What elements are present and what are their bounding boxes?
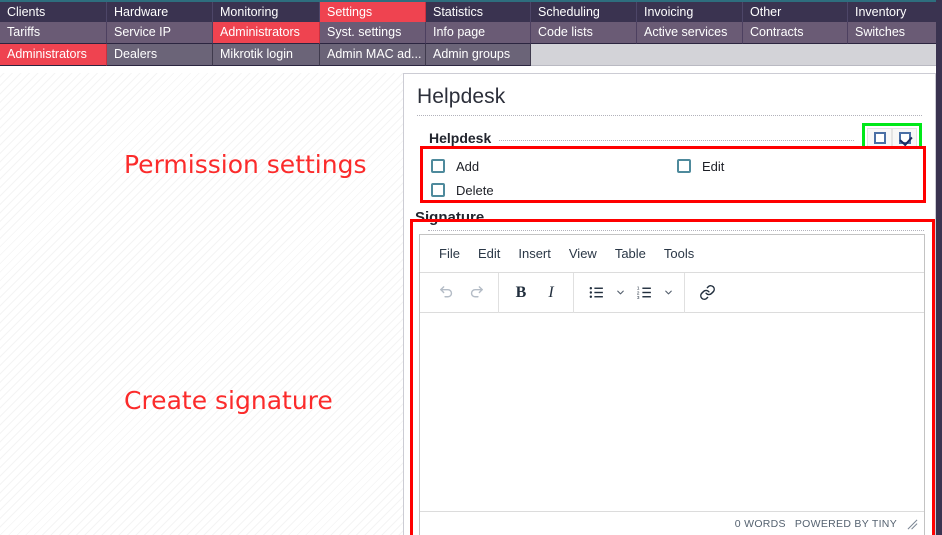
undo-icon[interactable]	[431, 279, 461, 307]
nav-row-primary: Clients Hardware Monitoring Settings Statist…	[0, 0, 942, 24]
numbered-list-icon[interactable]: 123	[629, 279, 659, 307]
nav-item-monitoring[interactable]: Monitoring	[213, 2, 320, 24]
nav-item-hardware[interactable]: Hardware	[107, 2, 213, 24]
permission-group-label: Helpdesk	[429, 130, 492, 146]
group-dotted-filler	[499, 131, 854, 141]
checkbox-delete[interactable]	[431, 183, 445, 197]
permission-edit[interactable]: Edit	[677, 154, 923, 178]
word-count: 0 WORDS	[734, 517, 786, 530]
bullet-list-icon[interactable]	[581, 279, 611, 307]
nav-item-active-services[interactable]: Active services	[637, 22, 743, 44]
nav-item-service-ip[interactable]: Service IP	[107, 22, 213, 44]
nav-row-secondary: Tariffs Service IP Administrators Syst. set…	[0, 22, 942, 44]
checked-checkbox-icon	[898, 132, 911, 144]
editor-resize-handle[interactable]	[906, 518, 918, 530]
editor-menubar: File Edit Insert View Table Tools	[420, 235, 924, 273]
nav-item-tariffs[interactable]: Tariffs	[0, 22, 107, 44]
permission-delete[interactable]: Delete	[431, 178, 677, 202]
link-icon[interactable]	[692, 279, 722, 307]
nav-item-clients[interactable]: Clients	[0, 2, 107, 24]
editor-toolbar: B I 123	[420, 272, 924, 313]
toolbar-group-link	[685, 273, 729, 313]
nav-item-statistics[interactable]: Statistics	[426, 2, 531, 24]
permission-label: Add	[456, 158, 480, 174]
nav-item-admin-groups[interactable]: Admin groups	[426, 44, 531, 66]
nav-item-contracts[interactable]: Contracts	[743, 22, 848, 44]
signature-divider	[428, 230, 924, 231]
nav-item-invoicing[interactable]: Invoicing	[637, 2, 743, 24]
editor-menu-insert[interactable]: Insert	[509, 242, 560, 265]
bold-icon[interactable]: B	[506, 279, 536, 307]
nav-item-administrators[interactable]: Administrators	[0, 44, 107, 66]
tiny-branding[interactable]: POWERED BY TINY	[795, 518, 897, 530]
nav-item-mikrotik-login[interactable]: Mikrotik login	[213, 44, 320, 66]
permissions-highlight-box: Add Edit Delete	[420, 146, 926, 203]
permission-label: Delete	[456, 182, 494, 198]
right-edge-strip	[936, 0, 942, 535]
nav-item-scheduling[interactable]: Scheduling	[531, 2, 637, 24]
permission-add[interactable]: Add	[431, 154, 677, 178]
signature-section-label: Signature	[415, 209, 485, 226]
main-navigation: Clients Hardware Monitoring Settings Statist…	[0, 0, 942, 66]
nav-row-spacer	[531, 44, 942, 66]
bullet-list-chevron-down-icon[interactable]	[611, 279, 629, 307]
signature-rich-text-editor: File Edit Insert View Table Tools B I 123	[419, 234, 925, 535]
toolbar-group-lists: 123	[574, 272, 685, 313]
permissions-list: Add Edit Delete	[423, 149, 923, 202]
nav-item-dealers[interactable]: Dealers	[107, 44, 213, 66]
nav-row-tertiary: Administrators Dealers Mikrotik login Admin…	[0, 44, 942, 66]
editor-menu-tools[interactable]: Tools	[655, 242, 703, 265]
toolbar-group-format: B I	[499, 272, 574, 313]
nav-item-administrators[interactable]: Administrators	[213, 22, 320, 44]
nav-item-info-page[interactable]: Info page	[426, 22, 531, 44]
checkbox-edit[interactable]	[677, 159, 691, 173]
select-all-button[interactable]	[892, 128, 917, 148]
redo-icon[interactable]	[461, 279, 491, 307]
nav-underline-spacer	[0, 66, 942, 73]
annotation-create-signature: Create signature	[124, 386, 333, 415]
editor-menu-edit[interactable]: Edit	[469, 242, 509, 265]
nav-item-syst-settings[interactable]: Syst. settings	[320, 22, 426, 44]
editor-menu-view[interactable]: View	[560, 242, 606, 265]
editor-menu-table[interactable]: Table	[606, 242, 655, 265]
svg-text:3: 3	[636, 295, 639, 301]
toolbar-group-history	[424, 272, 499, 313]
editor-menu-file[interactable]: File	[430, 242, 469, 265]
numbered-list-chevron-down-icon[interactable]	[659, 279, 677, 307]
empty-checkbox-icon	[873, 132, 886, 144]
nav-item-settings[interactable]: Settings	[320, 2, 426, 24]
nav-item-admin-mac-ad[interactable]: Admin MAC ad...	[320, 44, 426, 66]
editor-content-area[interactable]	[420, 313, 924, 511]
annotation-permission-settings: Permission settings	[124, 150, 367, 179]
nav-item-inventory[interactable]: Inventory	[848, 2, 942, 24]
nav-item-switches[interactable]: Switches	[848, 22, 942, 44]
nav-item-code-lists[interactable]: Code lists	[531, 22, 637, 44]
checkbox-add[interactable]	[431, 159, 445, 173]
permission-label: Edit	[702, 158, 725, 174]
deselect-all-button[interactable]	[867, 128, 892, 148]
page-title: Helpdesk	[417, 85, 506, 108]
italic-icon[interactable]: I	[536, 279, 566, 307]
nav-item-other[interactable]: Other	[743, 2, 848, 24]
editor-statusbar: 0 WORDS POWERED BY TINY	[420, 511, 924, 535]
